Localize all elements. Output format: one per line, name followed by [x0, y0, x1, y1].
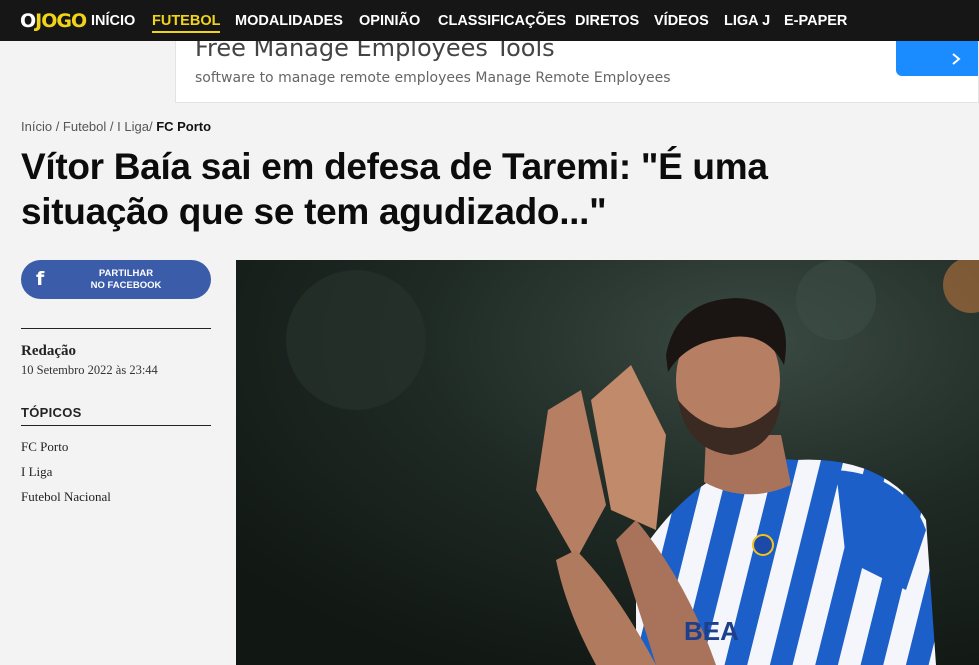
- breadcrumb-i-liga[interactable]: I Liga: [117, 119, 149, 134]
- breadcrumb-inicio[interactable]: Início: [21, 119, 52, 134]
- share-label-line2: NO FACEBOOK: [90, 280, 162, 291]
- nav-item-opiniao[interactable]: OPINIÃO: [359, 12, 420, 30]
- top-navigation-bar: OJOGO INÍCIO FUTEBOL MODALIDADES OPINIÃO…: [0, 0, 979, 41]
- nav-item-videos[interactable]: VÍDEOS: [654, 12, 709, 30]
- ojogo-logo[interactable]: OJOGO: [20, 9, 87, 33]
- topic-link-futebol-nacional[interactable]: Futebol Nacional: [21, 489, 111, 505]
- breadcrumb-fc-porto: FC Porto: [156, 119, 212, 134]
- chevron-right-icon: [951, 53, 961, 68]
- advertisement-banner[interactable]: Free Manage Employees Tools software to …: [175, 41, 979, 103]
- ad-subtitle[interactable]: software to manage remote employees Mana…: [195, 69, 671, 87]
- logo-o: O: [20, 10, 36, 32]
- nav-item-classificacoes[interactable]: CLASSIFICAÇÕES: [438, 12, 566, 30]
- sidebar-divider: [21, 328, 211, 329]
- nav-item-liga-j[interactable]: LIGA J: [724, 12, 770, 30]
- nav-item-modalidades[interactable]: MODALIDADES: [235, 12, 343, 30]
- article-date: 10 Setembro 2022 às 23:44: [21, 363, 158, 377]
- article-author: Redação: [21, 343, 76, 359]
- topics-divider: [21, 425, 211, 426]
- nav-item-e-paper[interactable]: E-PAPER: [784, 12, 847, 30]
- share-facebook-label: PARTILHAR NO FACEBOOK: [71, 268, 181, 292]
- topic-link-fc-porto[interactable]: FC Porto: [21, 439, 68, 455]
- logo-jogo: JOGO: [35, 10, 87, 32]
- breadcrumb-separator: /: [52, 119, 63, 134]
- ad-title[interactable]: Free Manage Employees Tools: [195, 41, 555, 63]
- article-headline: Vítor Baía sai em defesa de Taremi: "É u…: [21, 146, 768, 232]
- share-facebook-button[interactable]: f PARTILHAR NO FACEBOOK: [21, 260, 211, 299]
- article-photo-illustration: BEA: [236, 260, 979, 665]
- jersey-sponsor-text: BEA: [684, 616, 739, 646]
- breadcrumb: Início / Futebol / I Liga/ FC Porto: [21, 119, 211, 135]
- topic-link-i-liga[interactable]: I Liga: [21, 464, 52, 480]
- share-label-line1: PARTILHAR: [98, 268, 154, 279]
- ad-cta-button[interactable]: [896, 41, 978, 76]
- nav-item-futebol[interactable]: FUTEBOL: [152, 12, 221, 33]
- breadcrumb-separator: /: [106, 119, 118, 134]
- topics-heading: TÓPICOS: [21, 405, 82, 420]
- article-photo: BEA: [236, 260, 979, 665]
- breadcrumb-futebol[interactable]: Futebol: [63, 119, 106, 134]
- nav-item-diretos[interactable]: DIRETOS: [575, 12, 639, 30]
- facebook-icon: f: [36, 268, 45, 290]
- nav-item-inicio[interactable]: INÍCIO: [91, 12, 135, 30]
